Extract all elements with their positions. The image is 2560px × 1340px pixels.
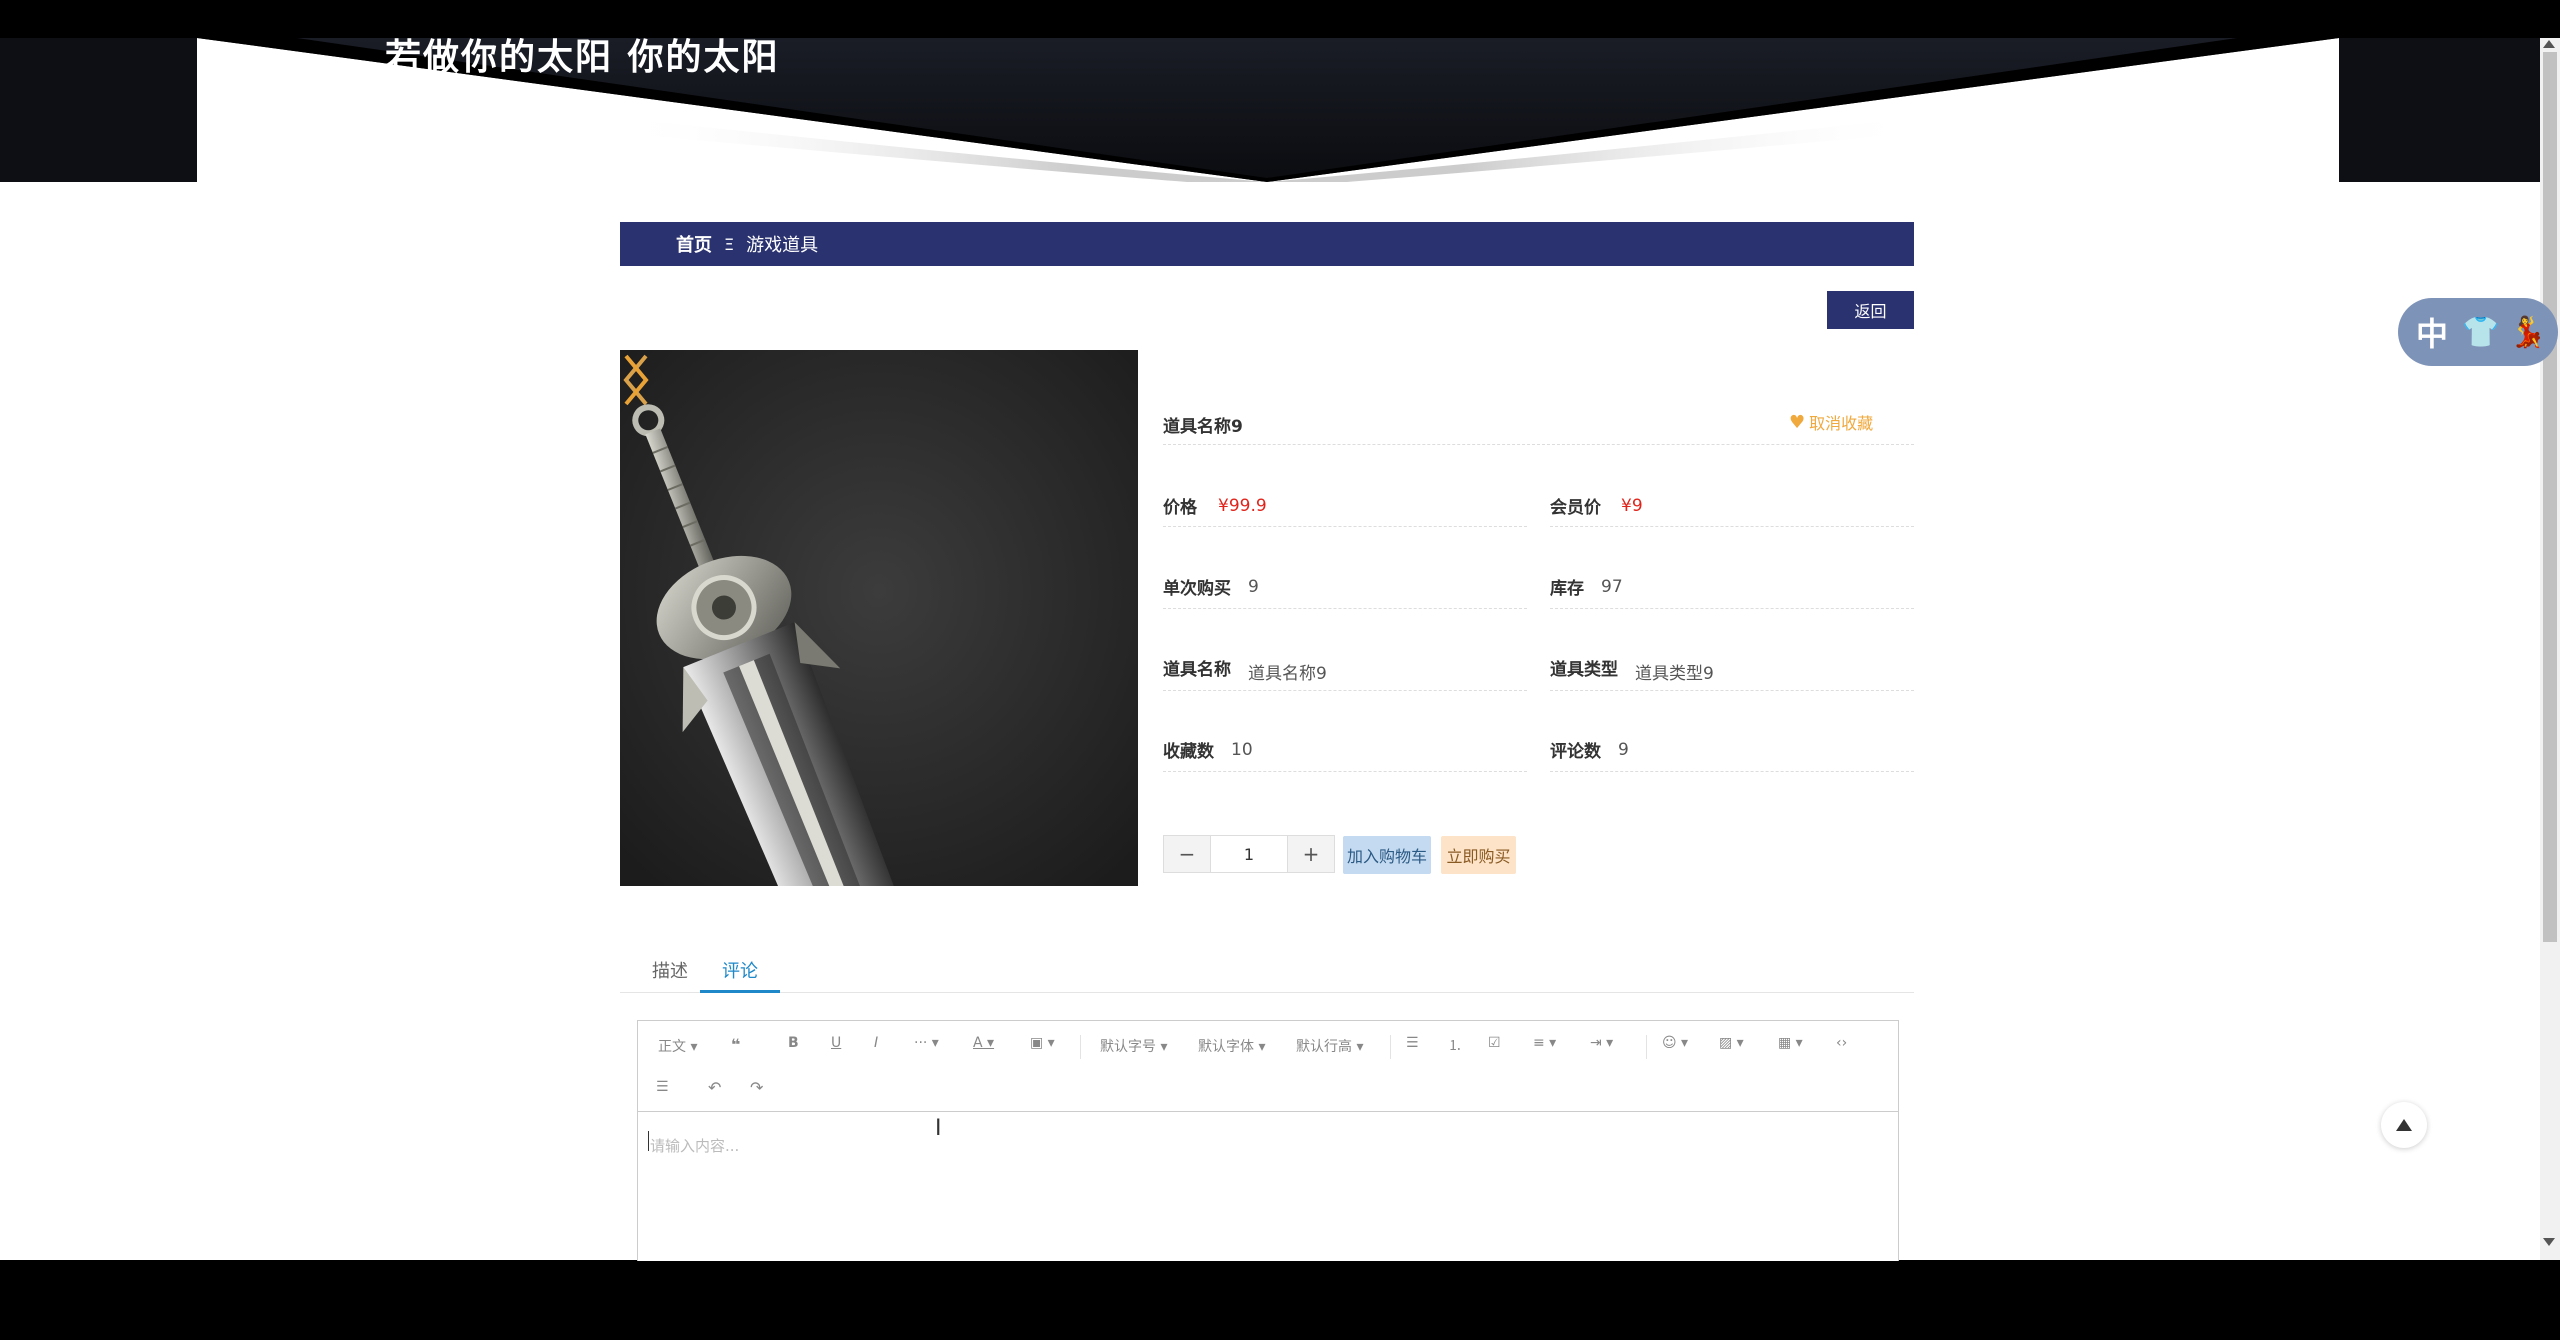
breadcrumb-current[interactable]: 游戏道具 bbox=[746, 231, 818, 257]
underline-icon[interactable]: U bbox=[831, 1035, 841, 1051]
field-label-item-name: 道具名称 bbox=[1163, 660, 1231, 680]
quantity-decrease-button[interactable]: − bbox=[1163, 835, 1211, 873]
paragraph-format-dropdown[interactable]: 正文 ▾ bbox=[658, 1036, 697, 1056]
bold-icon[interactable]: B bbox=[788, 1035, 799, 1051]
divider bbox=[1163, 608, 1527, 609]
font-size-label: 默认字号 bbox=[1100, 1039, 1156, 1055]
divider bbox=[1550, 771, 1914, 772]
indent-icon[interactable]: ⇥ ▾ bbox=[1590, 1035, 1613, 1051]
field-value-stock: 97 bbox=[1601, 577, 1623, 597]
divider bbox=[1163, 526, 1527, 527]
heart-icon: ♥ bbox=[1789, 411, 1806, 433]
field-label-stock: 库存 bbox=[1550, 579, 1584, 599]
quote-icon[interactable]: ❝ bbox=[731, 1035, 740, 1054]
field-label-member-price: 会员价 bbox=[1550, 498, 1601, 518]
undo-icon[interactable]: ↶ bbox=[708, 1078, 721, 1097]
sword-image bbox=[620, 350, 1138, 886]
quantity-increase-button[interactable]: + bbox=[1287, 835, 1335, 873]
field-label-item-type: 道具类型 bbox=[1550, 660, 1618, 680]
toolbar-separator bbox=[1080, 1035, 1081, 1059]
divider bbox=[1163, 690, 1527, 691]
field-value-item-name: 道具名称9 bbox=[1248, 664, 1327, 684]
comment-editor: 正文 ▾ ❝ B U I ··· ▾ A ▾ ▣ ▾ 默认字号 ▾ 默认字体 ▾… bbox=[637, 1020, 1899, 1261]
field-value-favorites: 10 bbox=[1231, 740, 1253, 760]
field-label-favorites: 收藏数 bbox=[1163, 742, 1214, 762]
field-value-item-type: 道具类型9 bbox=[1635, 664, 1714, 684]
field-label-comments: 评论数 bbox=[1550, 742, 1601, 762]
font-color-icon[interactable]: A ▾ bbox=[973, 1035, 994, 1051]
add-to-cart-button[interactable]: 加入购物车 bbox=[1343, 836, 1431, 874]
product-name: 道具名称9 bbox=[1163, 417, 1243, 437]
text-caret bbox=[648, 1131, 649, 1151]
scroll-down-arrow-icon[interactable] bbox=[2543, 1238, 2555, 1246]
unfavorite-label: 取消收藏 bbox=[1809, 414, 1874, 433]
paragraph-format-label: 正文 bbox=[658, 1039, 686, 1055]
detail-tabs: 描述 评论 bbox=[620, 950, 1914, 993]
tab-description[interactable]: 描述 bbox=[640, 950, 700, 990]
banner-dark-right bbox=[2339, 38, 2540, 182]
tab-comments[interactable]: 评论 bbox=[700, 950, 780, 993]
line-height-label: 默认行高 bbox=[1296, 1039, 1352, 1055]
breadcrumb-separator-icon: Ξ bbox=[724, 234, 735, 254]
field-label-price: 价格 bbox=[1163, 498, 1197, 518]
toolbar-separator bbox=[1390, 1035, 1391, 1059]
font-family-dropdown[interactable]: 默认字体 ▾ bbox=[1198, 1036, 1265, 1056]
field-value-member-price: ¥9 bbox=[1621, 496, 1643, 516]
scroll-up-arrow-icon[interactable] bbox=[2543, 40, 2555, 48]
carousel-next-arrow-icon[interactable] bbox=[620, 350, 652, 410]
unfavorite-button[interactable]: ♥ 取消收藏 bbox=[1789, 410, 1873, 434]
breadcrumb: 首页 Ξ 游戏道具 bbox=[620, 222, 1914, 266]
banner-slogan: 若做你的太阳 你的太阳 bbox=[385, 38, 780, 78]
numbered-list-icon[interactable]: ⒈ bbox=[1448, 1035, 1462, 1055]
dancer-icon[interactable]: 💃 bbox=[2509, 315, 2546, 350]
more-format-icon[interactable]: ··· ▾ bbox=[914, 1035, 939, 1051]
redo-icon[interactable]: ↷ bbox=[750, 1078, 763, 1097]
back-to-top-button[interactable] bbox=[2381, 1102, 2427, 1148]
background-color-icon[interactable]: ▣ ▾ bbox=[1030, 1035, 1055, 1051]
font-size-dropdown[interactable]: 默认字号 ▾ bbox=[1100, 1036, 1167, 1056]
banner-dark-left bbox=[0, 38, 197, 182]
divider bbox=[1550, 608, 1914, 609]
scrollbar-thumb[interactable] bbox=[2543, 52, 2557, 942]
divider-line-icon[interactable]: ☰ bbox=[656, 1079, 669, 1095]
ime-language-toggle[interactable]: 中 bbox=[2416, 309, 2448, 355]
font-family-label: 默认字体 bbox=[1198, 1039, 1254, 1055]
back-button[interactable]: 返回 bbox=[1827, 291, 1914, 329]
image-icon[interactable]: ▨ ▾ bbox=[1719, 1035, 1744, 1051]
quantity-input[interactable]: 1 bbox=[1211, 835, 1287, 873]
line-height-dropdown[interactable]: 默认行高 ▾ bbox=[1296, 1036, 1363, 1056]
field-label-single-purchase: 单次购买 bbox=[1163, 579, 1231, 599]
skin-shirt-icon[interactable]: 👕 bbox=[2462, 315, 2499, 350]
quantity-stepper: − 1 + bbox=[1163, 835, 1335, 873]
bulleted-list-icon[interactable]: ☰ bbox=[1406, 1035, 1419, 1051]
product-image-carousel[interactable] bbox=[620, 350, 1138, 886]
arrow-up-icon bbox=[2396, 1119, 2412, 1131]
divider bbox=[1163, 444, 1914, 445]
breadcrumb-home-link[interactable]: 首页 bbox=[676, 231, 712, 257]
field-value-price: ¥99.9 bbox=[1218, 496, 1267, 516]
toolbar-separator bbox=[1646, 1035, 1647, 1059]
comment-input-placeholder[interactable]: 请输入内容... bbox=[650, 1135, 739, 1156]
italic-icon[interactable]: I bbox=[874, 1035, 878, 1051]
text-cursor-icon: I bbox=[935, 1116, 942, 1141]
field-value-single-purchase: 9 bbox=[1248, 577, 1259, 597]
divider bbox=[1550, 690, 1914, 691]
buy-now-button[interactable]: 立即购买 bbox=[1441, 836, 1516, 874]
divider bbox=[1550, 526, 1914, 527]
field-value-comments: 9 bbox=[1618, 740, 1629, 760]
divider bbox=[1163, 771, 1527, 772]
code-icon[interactable]: ‹› bbox=[1836, 1035, 1847, 1051]
ime-toolbar[interactable]: 中 👕 💃 bbox=[2398, 298, 2558, 366]
justify-icon[interactable]: ≡ ▾ bbox=[1533, 1035, 1556, 1051]
todo-icon[interactable]: ☑ bbox=[1488, 1035, 1501, 1051]
emoji-icon[interactable]: ☺ ▾ bbox=[1662, 1035, 1688, 1051]
editor-toolbar: 正文 ▾ ❝ B U I ··· ▾ A ▾ ▣ ▾ 默认字号 ▾ 默认字体 ▾… bbox=[638, 1021, 1898, 1112]
table-icon[interactable]: ▦ ▾ bbox=[1778, 1035, 1803, 1051]
